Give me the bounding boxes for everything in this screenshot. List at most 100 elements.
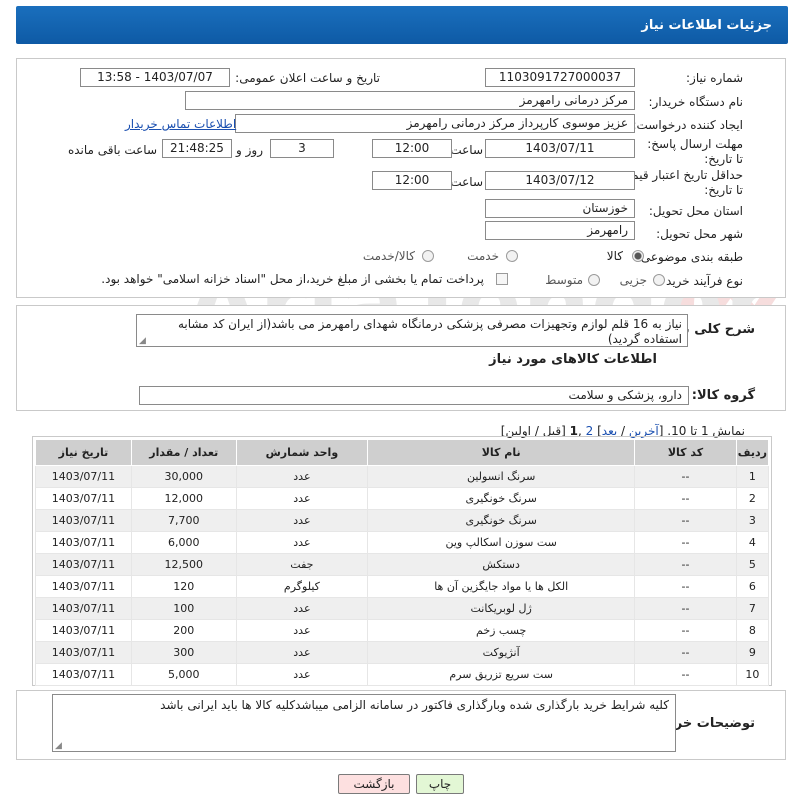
table-row: 2 -- سرنگ خونگیری عدد 12,000 1403/07/11 [35, 487, 770, 510]
table-header-row: ردیف کد کالا نام کالا واحد شمارش تعداد /… [35, 439, 770, 466]
table-cell: 3 [735, 509, 770, 532]
validity-time-field: 12:00 [372, 171, 452, 190]
back-button[interactable]: بازگشت [338, 774, 410, 794]
table-cell: 1403/07/11 [35, 487, 132, 510]
print-button[interactable]: چاپ [416, 774, 464, 794]
table-cell: عدد [235, 487, 369, 510]
items-table: ردیف کد کالا نام کالا واحد شمارش تعداد /… [35, 439, 770, 686]
table-cell: 5,000 [130, 663, 237, 686]
table-cell: 120 [130, 575, 237, 598]
table-cell: 1403/07/11 [35, 597, 132, 620]
deadline-time-label: ساعت [450, 143, 483, 157]
table-cell: کیلوگرم [235, 575, 369, 598]
table-cell: 5 [735, 553, 770, 576]
col-header-item-name: نام کالا [367, 439, 636, 466]
table-cell: -- [634, 619, 737, 642]
description-text: نیاز به 16 قلم لوازم وتجهیزات مصرفی پزشک… [177, 317, 682, 346]
table-cell: چسب زخم [367, 619, 636, 642]
table-cell: عدد [235, 465, 369, 488]
items-table-wrapper: ردیف کد کالا نام کالا واحد شمارش تعداد /… [32, 436, 772, 686]
goods-group-label: گروه کالا: [691, 388, 755, 403]
description-field: نیاز به 16 قلم لوازم وتجهیزات مصرفی پزشک… [136, 314, 688, 347]
table-row: 6 -- الکل ها یا مواد جایگزین آن ها کیلوگرم 1… [35, 575, 770, 598]
table-cell: 7 [735, 597, 770, 620]
buyer-notes-field: کلیه شرایط خرید بارگذاری شده وبارگذاری ف… [52, 694, 676, 752]
table-cell: عدد [235, 509, 369, 532]
page-title: جزئیات اطلاعات نیاز [641, 18, 772, 33]
col-header-need-date: تاریخ نیاز [35, 439, 132, 466]
table-cell: 7,700 [130, 509, 237, 532]
table-cell: 300 [130, 641, 237, 664]
table-cell: الکل ها یا مواد جایگزین آن ها [367, 575, 636, 598]
table-cell: 200 [130, 619, 237, 642]
resize-handle-icon[interactable]: ◢ [55, 741, 62, 751]
table-row: 4 -- ست سوزن اسکالپ وین عدد 6,000 1403/07/11 [35, 531, 770, 554]
days-label: روز و [236, 143, 263, 157]
table-cell: 1403/07/11 [35, 553, 132, 576]
category-label: طبقه بندی موضوعی: [636, 250, 743, 264]
buyer-contact-link[interactable]: اطلاعات تماس خریدار [125, 117, 236, 131]
category-radio-both[interactable] [422, 250, 434, 262]
resize-handle-icon[interactable]: ◢ [139, 336, 146, 346]
validity-date-field: 1403/07/12 [485, 171, 635, 190]
table-cell: سرنگ خونگیری [367, 487, 636, 510]
table-cell: 12,000 [130, 487, 237, 510]
creator-field: عزیز موسوی کارپرداز مرکز درمانی رامهرمز [235, 114, 635, 133]
validity-time-label: ساعت [450, 175, 483, 189]
table-cell: 1403/07/11 [35, 619, 132, 642]
table-row: 10 -- ست سریع تزریق سرم عدد 5,000 1403/07/11 [35, 663, 770, 686]
col-header-row-number: ردیف [735, 439, 770, 466]
table-cell: 1403/07/11 [35, 531, 132, 554]
table-cell: 1403/07/11 [35, 575, 132, 598]
treasury-checkbox[interactable] [496, 273, 508, 285]
table-cell: عدد [235, 641, 369, 664]
table-row: 9 -- آنژیوکت عدد 300 1403/07/11 [35, 641, 770, 664]
page-header: جزئیات اطلاعات نیاز [16, 6, 788, 44]
table-cell: عدد [235, 597, 369, 620]
category-radio-goods[interactable] [632, 250, 644, 262]
table-cell: 4 [735, 531, 770, 554]
table-cell: 12,500 [130, 553, 237, 576]
table-cell: آنژیوکت [367, 641, 636, 664]
table-row: 3 -- سرنگ خونگیری عدد 7,700 1403/07/11 [35, 509, 770, 532]
buyer-field: مرکز درمانی رامهرمز [185, 91, 635, 110]
table-row: 7 -- ژل لوبریکانت عدد 100 1403/07/11 [35, 597, 770, 620]
table-cell: 1 [735, 465, 770, 488]
process-option-medium: متوسط [545, 273, 583, 287]
deadline-date-field: 1403/07/11 [485, 139, 635, 158]
treasury-note: پرداخت تمام یا بخشی از مبلغ خرید،از محل … [101, 272, 484, 286]
days-field: 3 [270, 139, 334, 158]
table-cell: -- [634, 509, 737, 532]
table-cell: -- [634, 487, 737, 510]
need-number-label: شماره نیاز: [686, 71, 743, 85]
table-cell: 1403/07/11 [35, 641, 132, 664]
category-radio-service[interactable] [506, 250, 518, 262]
process-label: نوع فرآیند خرید : [658, 274, 743, 288]
table-cell: دستکش [367, 553, 636, 576]
table-cell: 1403/07/11 [35, 509, 132, 532]
process-radio-minor[interactable] [653, 274, 665, 286]
category-option-goods: کالا [606, 249, 623, 263]
table-cell: -- [634, 641, 737, 664]
table-cell: 1403/07/11 [35, 663, 132, 686]
remaining-time-field: 21:48:25 [162, 139, 232, 158]
category-option-both: کالا/خدمت [362, 249, 415, 263]
table-cell: 2 [735, 487, 770, 510]
remaining-label: ساعت باقی مانده [67, 143, 157, 157]
creator-label: ایجاد کننده درخواست: [632, 118, 743, 132]
table-cell: -- [634, 465, 737, 488]
table-cell: ست سریع تزریق سرم [367, 663, 636, 686]
table-cell: 9 [735, 641, 770, 664]
table-cell: 6 [735, 575, 770, 598]
table-cell: -- [634, 531, 737, 554]
table-cell: 8 [735, 619, 770, 642]
city-label: شهر محل تحویل: [656, 227, 743, 241]
goods-info-title: اطلاعات کالاهای مورد نیاز [489, 352, 657, 367]
table-cell: ست سوزن اسکالپ وین [367, 531, 636, 554]
process-radio-medium[interactable] [588, 274, 600, 286]
process-option-minor: جزیی [619, 273, 647, 287]
deadline-time-field: 12:00 [372, 139, 452, 158]
table-cell: سرنگ انسولین [367, 465, 636, 488]
table-cell: عدد [235, 531, 369, 554]
table-cell: -- [634, 597, 737, 620]
